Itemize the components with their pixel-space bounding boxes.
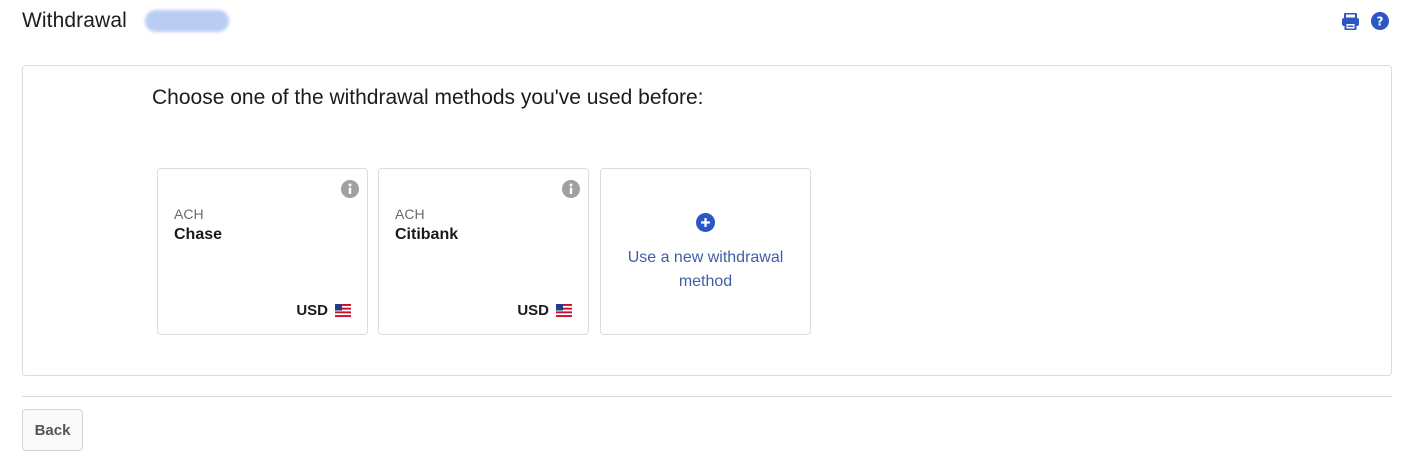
methods-heading: Choose one of the withdrawal methods you…: [152, 86, 704, 109]
method-name: Citibank: [395, 226, 459, 243]
new-method-content: Use a new withdrawal method: [601, 213, 810, 294]
page-header: Withdrawal ?: [22, 6, 1389, 36]
help-icon[interactable]: ?: [1370, 12, 1389, 31]
us-flag-icon: [556, 304, 572, 317]
method-type: ACH: [395, 206, 425, 222]
header-actions: ?: [1341, 12, 1389, 31]
currency-code: USD: [296, 302, 328, 319]
method-card-chase[interactable]: ACH Chase USD: [157, 168, 368, 335]
method-type: ACH: [174, 206, 204, 222]
footer-divider: [22, 396, 1392, 397]
info-icon[interactable]: [341, 180, 359, 198]
svg-text:?: ?: [1376, 14, 1383, 28]
method-currency: USD: [517, 302, 572, 319]
method-card-citibank[interactable]: ACH Citibank USD: [378, 168, 589, 335]
printer-icon[interactable]: [1341, 12, 1360, 31]
page-title: Withdrawal: [22, 9, 127, 32]
currency-code: USD: [517, 302, 549, 319]
back-button[interactable]: Back: [22, 409, 83, 451]
withdrawal-page: Withdrawal ? Choose one of the withdrawa…: [0, 0, 1411, 457]
withdrawal-methods-panel: Choose one of the withdrawal methods you…: [22, 65, 1392, 376]
plus-circle-icon: [696, 213, 715, 232]
account-badge: [144, 10, 229, 32]
info-icon[interactable]: [562, 180, 580, 198]
new-withdrawal-method-card[interactable]: Use a new withdrawal method: [600, 168, 811, 335]
new-method-label: Use a new withdrawal method: [627, 249, 784, 290]
method-name: Chase: [174, 226, 223, 243]
method-currency: USD: [296, 302, 351, 319]
us-flag-icon: [335, 304, 351, 317]
